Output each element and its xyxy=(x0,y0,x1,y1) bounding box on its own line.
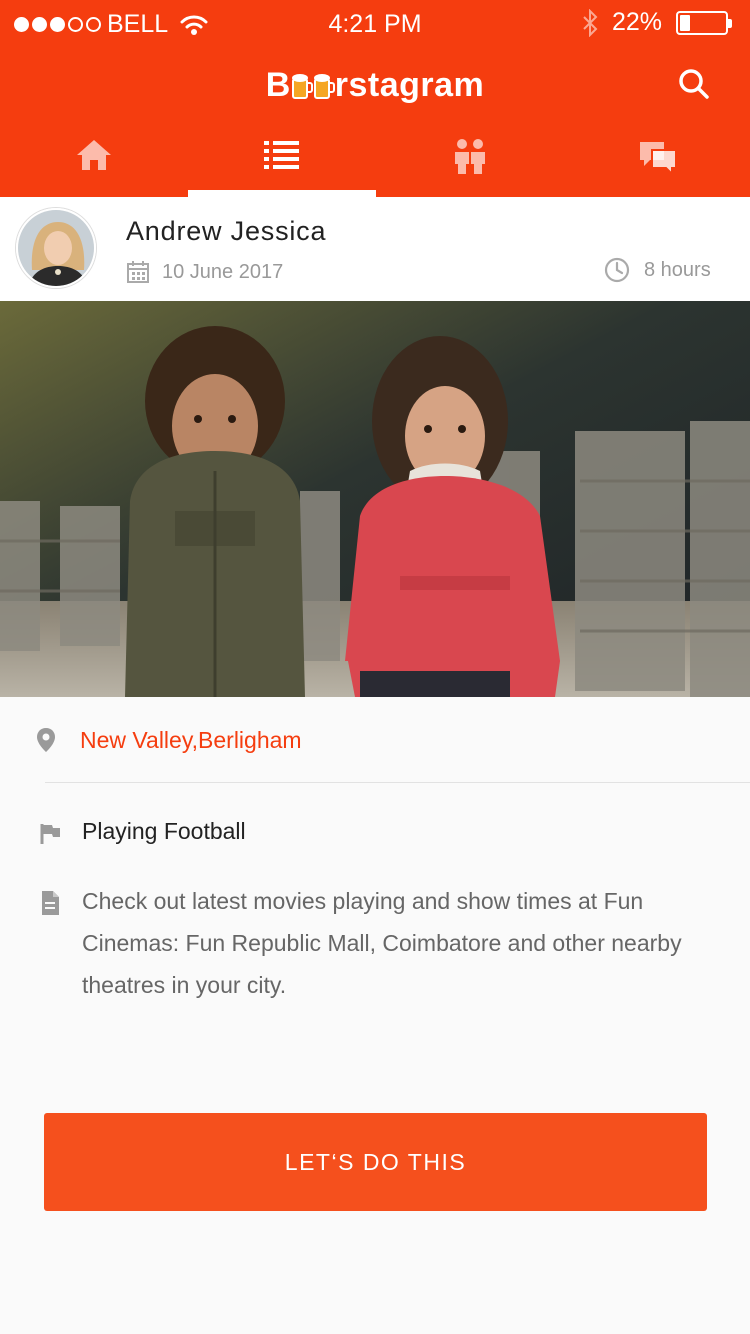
lets-do-this-button[interactable]: LET‘S DO THIS xyxy=(44,1113,707,1211)
active-tab-indicator xyxy=(188,190,376,197)
people-icon xyxy=(455,139,485,174)
document-icon xyxy=(42,891,59,915)
flag-icon xyxy=(40,824,60,844)
activity-row: Playing Football xyxy=(0,810,750,860)
location-row[interactable]: New Valley,Berligham xyxy=(0,715,750,765)
beer-mug-icon xyxy=(291,74,313,99)
home-icon xyxy=(77,140,111,170)
tab-bar xyxy=(0,128,750,197)
date-text: 10 June 2017 xyxy=(162,260,284,283)
time-ago-text: 8 hours xyxy=(644,258,711,281)
location-text[interactable]: New Valley,Berligham xyxy=(80,727,302,754)
logo-prefix: B xyxy=(265,66,291,104)
app-header: BELL 4:21 PM 22% B rstagram xyxy=(0,0,750,197)
list-icon xyxy=(264,141,299,169)
tab-feed[interactable] xyxy=(188,128,376,197)
divider xyxy=(45,782,750,783)
tab-home[interactable] xyxy=(0,128,188,197)
location-pin-icon xyxy=(37,728,55,752)
tab-friends[interactable] xyxy=(376,128,564,197)
logo-suffix: rstagram xyxy=(334,66,485,104)
beer-mug-icon xyxy=(313,74,335,99)
post-header: Andrew Jessica 10 June 2017 8 hours xyxy=(0,197,750,301)
chat-icon xyxy=(640,142,677,176)
app-logo: B rstagram xyxy=(0,66,750,105)
battery-percent: 22% xyxy=(611,8,662,36)
post-time-ago: 8 hours xyxy=(604,257,711,283)
tab-messages[interactable] xyxy=(564,128,750,197)
activity-text: Playing Football xyxy=(82,818,246,844)
search-icon[interactable] xyxy=(676,66,712,102)
description-text: Check out latest movies playing and show… xyxy=(82,888,682,998)
battery-icon xyxy=(676,10,732,35)
status-right: 22% xyxy=(582,8,732,37)
post-image[interactable] xyxy=(0,301,750,697)
bluetooth-icon xyxy=(583,8,598,37)
status-bar: BELL 4:21 PM 22% xyxy=(0,0,750,48)
author-name[interactable]: Andrew Jessica xyxy=(126,216,326,247)
calendar-icon xyxy=(127,261,149,283)
post-date: 10 June 2017 xyxy=(126,260,283,284)
clock-icon xyxy=(604,257,630,283)
avatar[interactable] xyxy=(16,208,96,288)
